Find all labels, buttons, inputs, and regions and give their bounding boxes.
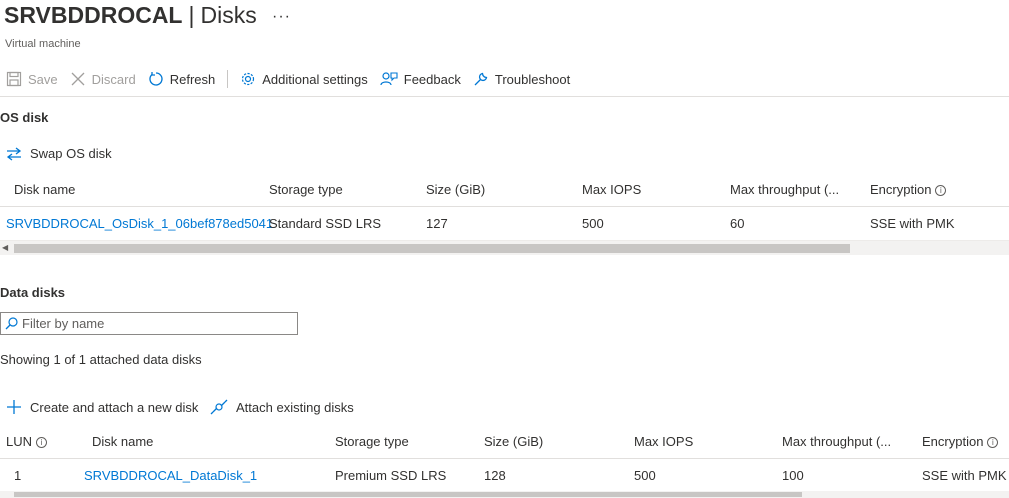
- command-bar: Save Discard Refresh Additional settings…: [0, 64, 1009, 94]
- column-header-max-iops[interactable]: Max IOPS: [582, 173, 641, 207]
- data-disk-link[interactable]: SRVBDDROCAL_DataDisk_1: [84, 468, 257, 483]
- lun-header-label: LUN: [6, 434, 33, 449]
- save-label: Save: [28, 71, 58, 87]
- max-throughput-cell: 100: [782, 468, 804, 483]
- os-disk-heading: OS disk: [0, 110, 49, 125]
- gear-icon: [242, 72, 255, 86]
- column-header-disk-name[interactable]: Disk name: [14, 173, 75, 207]
- filter-by-name-input[interactable]: [22, 316, 292, 331]
- refresh-icon: [149, 72, 163, 86]
- filter-input-container[interactable]: [0, 312, 298, 335]
- create-attach-disk-button[interactable]: Create and attach a new disk: [6, 399, 198, 415]
- feedback-label: Feedback: [403, 71, 461, 87]
- swap-os-disk-label: Swap OS disk: [30, 146, 112, 161]
- vm-name: SRVBDDROCAL: [4, 2, 183, 28]
- more-options-button[interactable]: ···: [272, 8, 291, 26]
- save-button[interactable]: Save: [0, 64, 64, 94]
- column-header-lun[interactable]: LUN i: [6, 425, 48, 459]
- column-header-storage-type[interactable]: Storage type: [269, 173, 343, 207]
- search-icon: [5, 317, 18, 330]
- troubleshoot-button[interactable]: Troubleshoot: [467, 64, 576, 94]
- showing-count-text: Showing 1 of 1 attached data disks: [0, 352, 202, 367]
- discard-label: Discard: [91, 71, 136, 87]
- os-disk-table: Disk name Storage type Size (GiB) Max IO…: [0, 173, 1009, 241]
- column-header-size[interactable]: Size (GiB): [484, 425, 543, 459]
- storage-type-cell: Standard SSD LRS: [269, 216, 382, 231]
- size-cell: 127: [426, 216, 448, 231]
- additional-settings-label: Additional settings: [262, 71, 368, 87]
- attach-existing-label: Attach existing disks: [236, 399, 354, 415]
- column-header-storage-type[interactable]: Storage type: [335, 425, 409, 459]
- column-header-size[interactable]: Size (GiB): [426, 173, 485, 207]
- size-cell: 128: [484, 468, 506, 483]
- swap-os-disk-button[interactable]: Swap OS disk: [6, 146, 112, 161]
- refresh-button[interactable]: Refresh: [142, 64, 222, 94]
- encryption-header-label: Encryption: [922, 434, 984, 449]
- swap-icon: [6, 146, 22, 161]
- table-row: SRVBDDROCAL_OsDisk_1_06bef878ed5041 Stan…: [0, 207, 1009, 241]
- os-disk-horizontal-scrollbar[interactable]: ◀: [0, 241, 1009, 255]
- scroll-left-icon[interactable]: ◀: [2, 243, 8, 252]
- table-header: Disk name Storage type Size (GiB) Max IO…: [0, 173, 1009, 207]
- encryption-header-label: Encryption: [870, 182, 932, 197]
- plus-icon: [7, 400, 21, 414]
- info-icon[interactable]: i: [36, 437, 48, 449]
- column-header-max-throughput[interactable]: Max throughput (...: [782, 425, 891, 459]
- table-row: 1 SRVBDDROCAL_DataDisk_1 Premium SSD LRS…: [0, 459, 1009, 493]
- attach-existing-disks-button[interactable]: Attach existing disks: [210, 399, 354, 415]
- info-icon[interactable]: i: [987, 437, 999, 449]
- encryption-cell: SSE with PMK: [870, 216, 955, 231]
- encryption-cell: SSE with PMK: [922, 468, 1007, 483]
- toolbar-divider: [227, 70, 229, 88]
- scrollbar-thumb[interactable]: [14, 492, 802, 497]
- create-attach-label: Create and attach a new disk: [30, 399, 199, 415]
- os-disk-link[interactable]: SRVBDDROCAL_OsDisk_1_06bef878ed5041: [6, 216, 273, 231]
- discard-button[interactable]: Discard: [64, 64, 142, 94]
- page-title: SRVBDDROCAL | Disks: [4, 2, 257, 29]
- disk-name-cell: SRVBDDROCAL_OsDisk_1_06bef878ed5041: [6, 207, 273, 241]
- close-icon: [71, 72, 85, 86]
- troubleshoot-label: Troubleshoot: [494, 71, 571, 87]
- scrollbar-thumb[interactable]: [14, 244, 850, 253]
- max-iops-cell: 500: [634, 468, 656, 483]
- info-icon[interactable]: i: [935, 185, 947, 197]
- wrench-icon: [474, 72, 488, 86]
- storage-type-cell: Premium SSD LRS: [335, 468, 447, 483]
- lun-cell: 1: [14, 468, 22, 483]
- title-separator: |: [188, 2, 195, 28]
- disk-name-cell: SRVBDDROCAL_DataDisk_1: [84, 459, 257, 493]
- max-throughput-cell: 60: [730, 216, 745, 231]
- additional-settings-button[interactable]: Additional settings: [234, 64, 374, 94]
- toolbar-divider-line: [0, 96, 1009, 97]
- column-header-disk-name[interactable]: Disk name: [92, 425, 153, 459]
- page-subtitle: Virtual machine: [5, 38, 81, 50]
- column-header-encryption[interactable]: Encryption i: [870, 173, 947, 207]
- feedback-icon: [380, 72, 398, 86]
- refresh-label: Refresh: [169, 71, 216, 87]
- save-icon: [6, 71, 22, 87]
- column-header-max-iops[interactable]: Max IOPS: [634, 425, 693, 459]
- column-header-max-throughput[interactable]: Max throughput (...: [730, 173, 839, 207]
- data-disks-horizontal-scrollbar[interactable]: [0, 491, 1009, 498]
- feedback-button[interactable]: Feedback: [374, 64, 467, 94]
- page-name: Disks: [200, 2, 257, 28]
- data-disks-heading: Data disks: [0, 285, 66, 300]
- attach-icon: [210, 399, 228, 415]
- max-iops-cell: 500: [582, 216, 604, 231]
- column-header-encryption[interactable]: Encryption i: [922, 425, 999, 459]
- data-disks-table: LUN i Disk name Storage type Size (GiB) M…: [0, 425, 1009, 493]
- table-header: LUN i Disk name Storage type Size (GiB) M…: [0, 425, 1009, 459]
